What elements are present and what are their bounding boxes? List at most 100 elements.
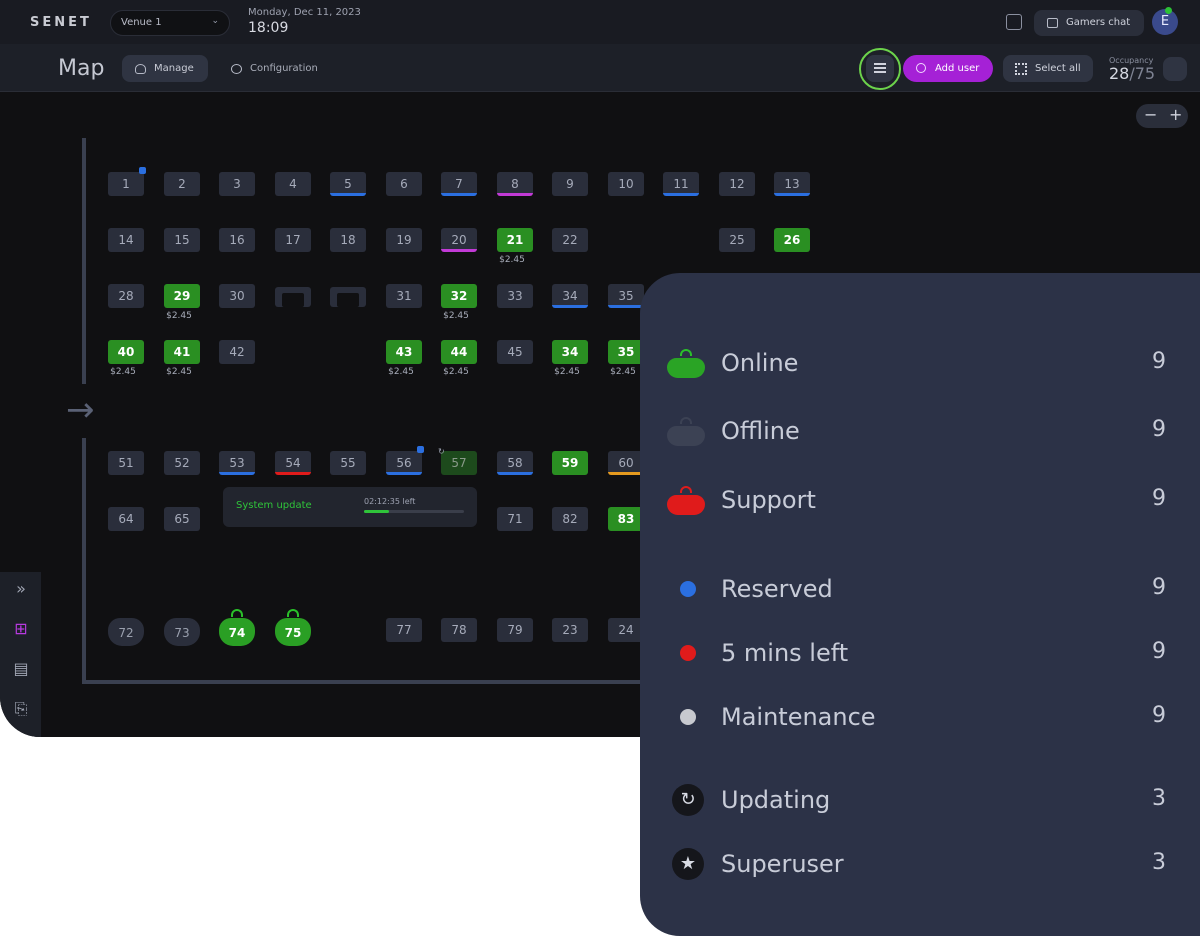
venue-select[interactable]: Venue 1 ⌄ (110, 10, 230, 36)
gamepad-icon (667, 417, 705, 447)
expand-icon[interactable]: » (12, 580, 30, 598)
add-user-label: Add user (935, 63, 980, 74)
store-icon[interactable]: ▤ (12, 660, 30, 678)
station[interactable]: 26 (774, 228, 810, 252)
station[interactable]: 78 (441, 618, 477, 642)
station[interactable]: 52 (164, 451, 200, 475)
system-update-tooltip: System update 02:12:35 left (223, 487, 477, 527)
station[interactable]: 12 (719, 172, 755, 196)
station[interactable]: 57 (441, 451, 477, 475)
station[interactable]: 15 (164, 228, 200, 252)
station[interactable]: 65 (164, 507, 200, 531)
station[interactable]: 22 (552, 228, 588, 252)
current-time: 18:09 (248, 20, 289, 36)
station[interactable]: 32 (441, 284, 477, 308)
station[interactable]: 53 (219, 451, 255, 475)
station[interactable]: 7 (441, 172, 477, 196)
station[interactable]: 34 (552, 284, 588, 308)
station[interactable]: 44 (441, 340, 477, 364)
select-all-button[interactable]: Select all (1003, 55, 1093, 82)
station[interactable]: 29 (164, 284, 200, 308)
station[interactable]: 34 (552, 340, 588, 364)
tooltip-time-left: 02:12:35 left (364, 497, 416, 506)
station[interactable]: 24 (608, 618, 644, 642)
legend-count: 3 (1152, 850, 1166, 875)
legend-label: Offline (721, 417, 800, 445)
occupancy-exit-icon[interactable] (1163, 57, 1187, 81)
station[interactable]: 42 (219, 340, 255, 364)
station[interactable]: 25 (719, 228, 755, 252)
station[interactable]: 2 (164, 172, 200, 196)
console-station[interactable]: 75 (275, 609, 311, 646)
occupancy-value: 28/75 (1109, 64, 1155, 83)
exit-icon[interactable] (1006, 14, 1022, 30)
gamepad-icon (667, 349, 705, 379)
station[interactable]: 28 (108, 284, 144, 308)
station[interactable]: 23 (552, 618, 588, 642)
reserved-marker (417, 446, 424, 453)
station[interactable]: 30 (219, 284, 255, 308)
station[interactable]: 8 (497, 172, 533, 196)
zoom-in-button[interactable]: + (1169, 105, 1182, 124)
map-icon[interactable]: ⊞ (12, 620, 30, 638)
station[interactable]: 82 (552, 507, 588, 531)
station[interactable]: 10 (608, 172, 644, 196)
empty-seat[interactable] (275, 287, 311, 307)
console-station[interactable]: 74 (219, 609, 255, 646)
station[interactable]: 60 (608, 451, 644, 475)
manage-tab[interactable]: Manage (122, 55, 208, 82)
console-station[interactable]: 72 (108, 618, 144, 646)
station[interactable]: 54 (275, 451, 311, 475)
station[interactable]: 45 (497, 340, 533, 364)
station[interactable]: 1 (108, 172, 144, 196)
station[interactable]: 17 (275, 228, 311, 252)
legend-updating: ↻ Updating 3 (640, 780, 1200, 820)
station[interactable]: 4 (275, 172, 311, 196)
station[interactable]: 55 (330, 451, 366, 475)
station[interactable]: 83 (608, 507, 644, 531)
station[interactable]: 64 (108, 507, 144, 531)
legend-label: Updating (721, 786, 831, 814)
station[interactable]: 41 (164, 340, 200, 364)
station[interactable]: 9 (552, 172, 588, 196)
station[interactable]: 6 (386, 172, 422, 196)
station[interactable]: 5 (330, 172, 366, 196)
sync-icon: ↻ (672, 784, 704, 816)
station[interactable]: 58 (497, 451, 533, 475)
station[interactable]: 77 (386, 618, 422, 642)
page-title: Map (58, 56, 105, 81)
station[interactable]: 31 (386, 284, 422, 308)
station[interactable]: 13 (774, 172, 810, 196)
legend-label: Online (721, 349, 799, 377)
legend-label: Support (721, 486, 816, 514)
zoom-out-button[interactable]: − (1144, 105, 1157, 124)
station[interactable]: 18 (330, 228, 366, 252)
station[interactable]: 35 (608, 284, 644, 308)
station[interactable]: 11 (663, 172, 699, 196)
station[interactable]: 16 (219, 228, 255, 252)
station[interactable]: 40 (108, 340, 144, 364)
station[interactable]: 3 (219, 172, 255, 196)
station[interactable]: 79 (497, 618, 533, 642)
station[interactable]: 43 (386, 340, 422, 364)
empty-seat[interactable] (330, 287, 366, 307)
exit-icon[interactable]: ⎘ (12, 700, 30, 718)
update-progress-fill (364, 510, 389, 513)
station[interactable]: 71 (497, 507, 533, 531)
legend-superuser: ★ Superuser 3 (640, 844, 1200, 884)
configuration-tab[interactable]: Configuration (222, 55, 332, 82)
station[interactable]: 56 (386, 451, 422, 475)
station[interactable]: 14 (108, 228, 144, 252)
station[interactable]: 19 (386, 228, 422, 252)
console-station[interactable]: 73 (164, 618, 200, 646)
station[interactable]: 35 (608, 340, 644, 364)
station[interactable]: 20 (441, 228, 477, 252)
gamers-chat-button[interactable]: Gamers chat (1034, 10, 1144, 36)
manage-icon (135, 64, 146, 74)
add-user-button[interactable]: Add user (903, 55, 993, 82)
station[interactable]: 59 (552, 451, 588, 475)
station[interactable]: 21 (497, 228, 533, 252)
station[interactable]: 51 (108, 451, 144, 475)
arrow-right-icon: → (66, 390, 95, 430)
station[interactable]: 33 (497, 284, 533, 308)
